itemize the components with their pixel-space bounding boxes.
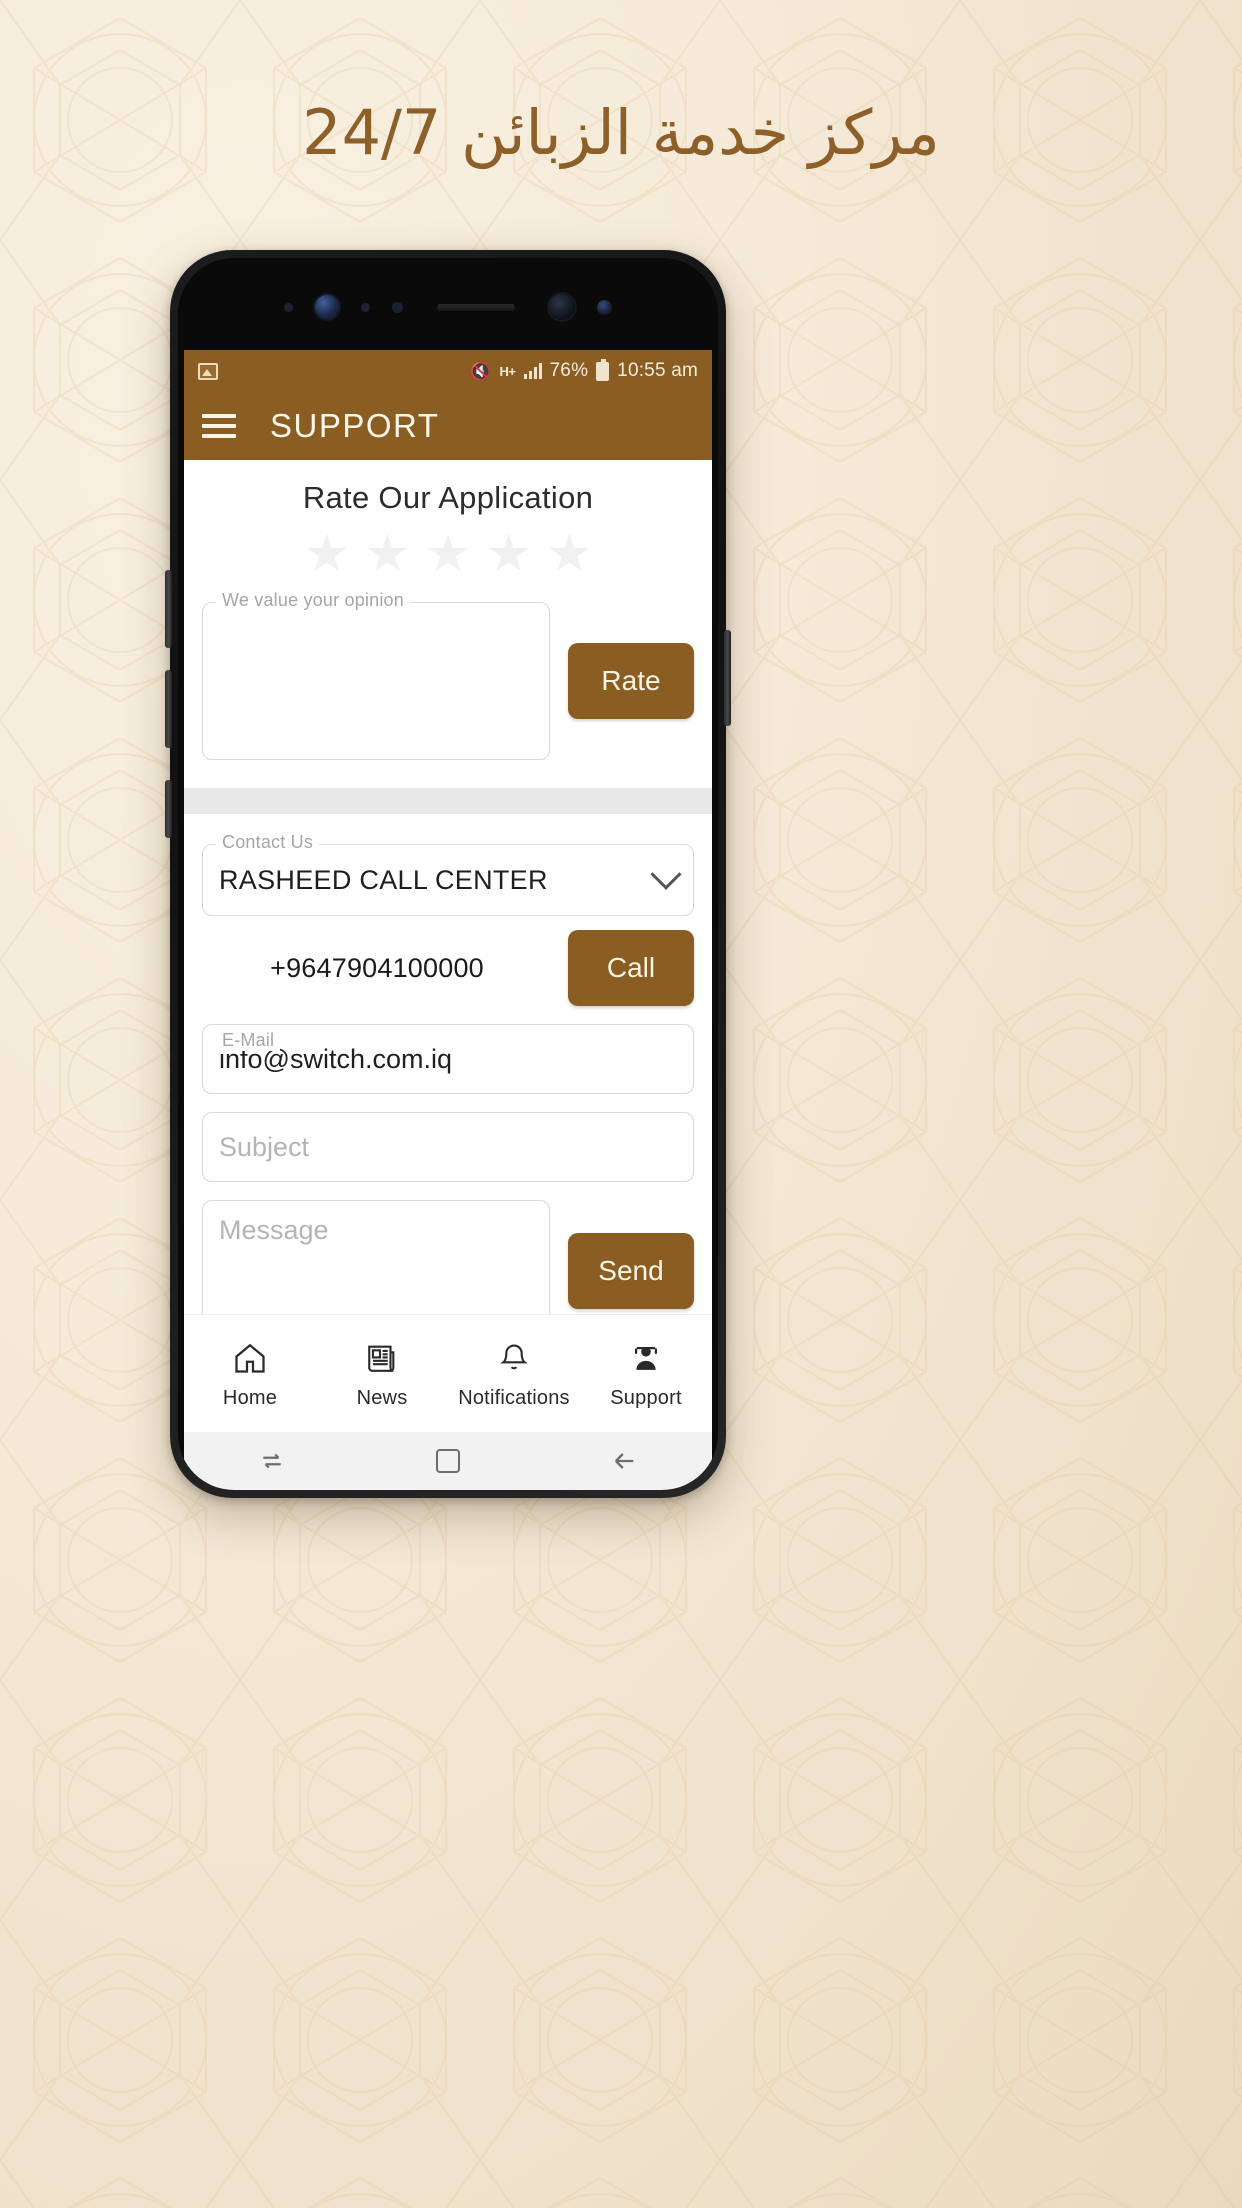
battery-percent-label: 76%	[549, 360, 589, 381]
chevron-down-icon	[650, 858, 682, 890]
opinion-field-label: We value your opinion	[216, 590, 410, 611]
home-square-icon[interactable]	[418, 1449, 478, 1473]
page-title: مركز خدمة الزبائن 24/7	[302, 96, 940, 169]
app-bar: SUPPORT	[184, 392, 712, 460]
battery-icon	[596, 358, 610, 381]
star-icon[interactable]: ★	[546, 528, 593, 580]
nav-label-notifications: Notifications	[458, 1386, 570, 1409]
phone-row: +9647904100000 Call	[202, 930, 694, 1006]
contact-select-value: RASHEED CALL CENTER	[219, 864, 548, 895]
phone-number-label: +9647904100000	[270, 952, 484, 983]
secondary-camera-icon	[597, 299, 612, 315]
nav-item-home[interactable]: Home	[184, 1338, 316, 1410]
bell-icon	[497, 1338, 531, 1378]
section-divider	[184, 788, 712, 814]
nav-label-news: News	[356, 1386, 408, 1409]
earpiece-speaker	[437, 303, 515, 311]
rate-button[interactable]: Rate	[568, 643, 694, 719]
power-button[interactable]	[724, 630, 731, 726]
iris-scanner-icon	[315, 295, 339, 319]
email-field-label: E-Mail	[216, 1030, 281, 1051]
star-rating[interactable]: ★ ★ ★ ★ ★	[184, 528, 712, 580]
home-icon	[232, 1338, 268, 1378]
phone-screen: 🔇 H+ 76% 10:55 am SUPPORT Rate Our Appli…	[184, 350, 712, 1432]
front-camera-icon	[549, 294, 575, 320]
app-bar-title: SUPPORT	[270, 407, 440, 444]
assistant-button[interactable]	[165, 780, 172, 838]
phone-mockup: 🔇 H+ 76% 10:55 am SUPPORT Rate Our Appli…	[165, 250, 731, 1498]
hamburger-icon[interactable]	[202, 414, 236, 438]
nav-label-support: Support	[610, 1386, 682, 1409]
contact-select-label: Contact Us	[216, 832, 320, 853]
star-icon[interactable]: ★	[485, 528, 532, 580]
mute-icon: 🔇	[470, 361, 492, 381]
nav-item-notifications[interactable]: Notifications	[448, 1338, 580, 1410]
opinion-textarea[interactable]	[202, 602, 550, 760]
subject-field[interactable]: Subject	[202, 1112, 694, 1182]
subject-placeholder: Subject	[219, 1131, 310, 1162]
signal-bars-icon	[523, 363, 542, 379]
recents-icon[interactable]	[242, 1448, 302, 1474]
newspaper-icon	[365, 1338, 399, 1378]
light-sensor-icon	[392, 301, 403, 313]
clock-label: 10:55 am	[617, 360, 698, 381]
nav-item-news[interactable]: News	[316, 1338, 448, 1410]
rating-title: Rate Our Application	[302, 480, 594, 515]
contact-card: Contact Us RASHEED CALL CENTER +96479041…	[184, 814, 712, 1342]
volume-down-button[interactable]	[165, 670, 172, 748]
network-type-label: H+	[499, 363, 516, 379]
star-icon[interactable]: ★	[303, 528, 350, 580]
photo-icon	[198, 362, 218, 380]
sensor-dot-icon	[284, 302, 293, 312]
volume-up-button[interactable]	[165, 570, 172, 648]
call-button[interactable]: Call	[568, 930, 694, 1006]
nav-item-support[interactable]: Support	[580, 1338, 712, 1410]
star-icon[interactable]: ★	[425, 528, 472, 580]
status-bar: 🔇 H+ 76% 10:55 am	[184, 350, 712, 392]
proximity-sensor-icon	[361, 302, 370, 312]
back-arrow-icon[interactable]	[594, 1447, 654, 1475]
phone-top-bezel	[178, 258, 718, 350]
headset-agent-icon	[629, 1338, 663, 1378]
contact-select[interactable]: RASHEED CALL CENTER	[202, 844, 694, 916]
android-navigation-bar	[184, 1432, 712, 1490]
nav-label-home: Home	[222, 1386, 278, 1409]
star-icon[interactable]: ★	[364, 528, 411, 580]
bottom-navigation: Home News Notifications Support	[184, 1314, 712, 1432]
rating-card: Rate Our Application ★ ★ ★ ★ ★ We value …	[184, 460, 712, 764]
send-button[interactable]: Send	[568, 1233, 694, 1309]
